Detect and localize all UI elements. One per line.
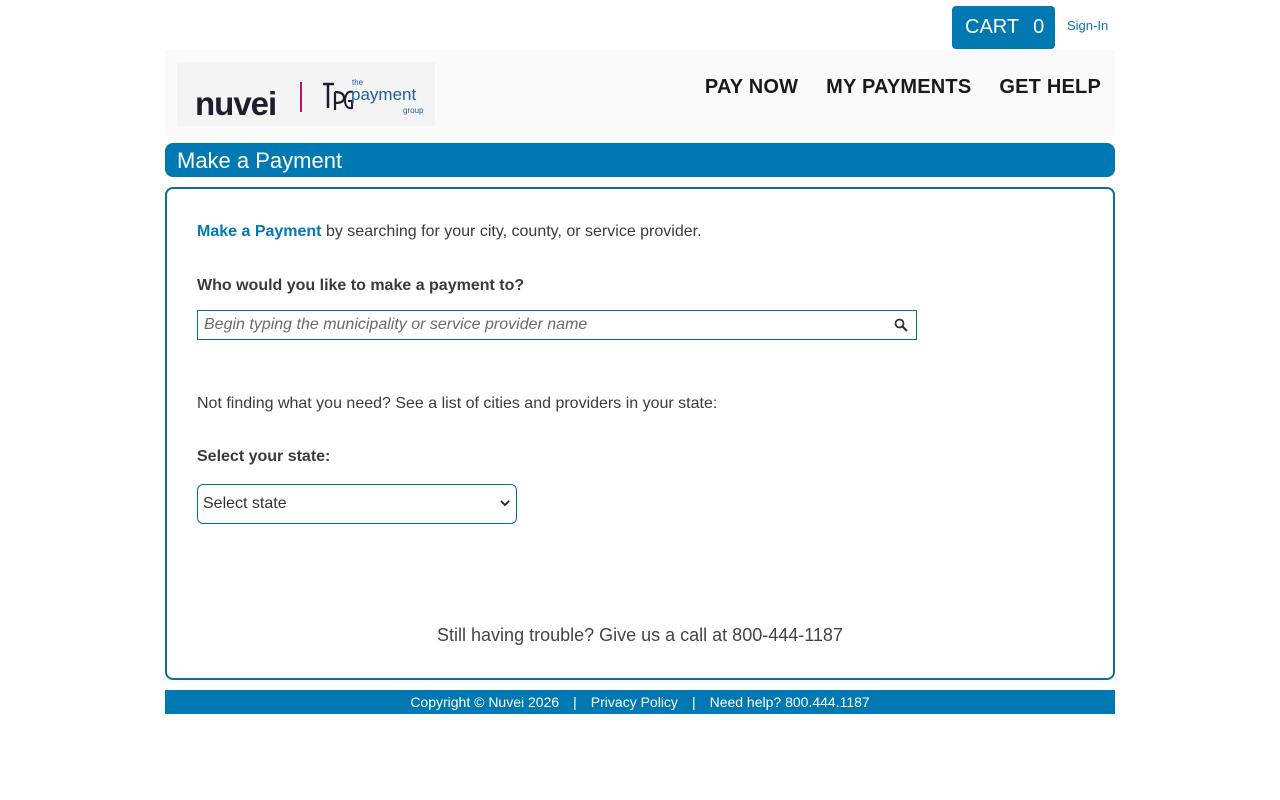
sign-in-link[interactable]: Sign-In xyxy=(1067,18,1108,33)
site-footer: Copyright © Nuvei 2026 | Privacy Policy | Ne… xyxy=(165,690,1115,714)
payee-search-input[interactable] xyxy=(198,311,888,339)
chevron-down-icon xyxy=(500,500,510,507)
nav-my-payments[interactable]: MY PAYMENTS xyxy=(826,76,971,99)
logo-divider xyxy=(300,82,302,112)
cart-button[interactable]: CART 0 xyxy=(952,6,1055,49)
top-bar: CART 0 Sign-In xyxy=(952,6,1114,49)
intro-text: Make a Payment by searching for your cit… xyxy=(197,223,702,241)
payment-search-panel: Make a Payment by searching for your cit… xyxy=(165,187,1115,680)
make-payment-link[interactable]: Make a Payment xyxy=(197,223,322,240)
payee-search-box xyxy=(197,310,917,340)
support-call-text: Still having trouble? Give us a call at … xyxy=(437,625,843,645)
not-finding-text: Not finding what you need? See a list of… xyxy=(197,395,718,412)
state-label: Select your state: xyxy=(197,448,331,465)
cart-count: 0 xyxy=(1033,16,1045,38)
nav-get-help[interactable]: GET HELP xyxy=(999,76,1101,99)
main-nav: PAY NOW MY PAYMENTS GET HELP xyxy=(677,76,1101,99)
partner-logo-group: group xyxy=(403,106,424,115)
intro-rest: by searching for your city, county, or s… xyxy=(321,223,702,240)
footer-separator: | xyxy=(691,694,696,710)
nav-pay-now[interactable]: PAY NOW xyxy=(705,76,798,99)
partner-logo-payment: payment xyxy=(351,85,417,104)
payee-question-label: Who would you like to make a payment to? xyxy=(197,277,525,294)
tpg-monogram-icon xyxy=(323,82,354,110)
state-select-value: Select state xyxy=(203,495,287,512)
nuvei-logo-text: nuvei xyxy=(195,85,277,122)
footer-help-text: Need help? 800.444.1187 xyxy=(709,694,870,710)
page-title: Make a Payment xyxy=(165,143,1115,177)
state-select[interactable]: Select state xyxy=(197,484,517,524)
logo[interactable]: nuvei the payment group xyxy=(177,62,435,126)
search-icon[interactable] xyxy=(894,318,908,332)
footer-separator: | xyxy=(573,694,577,710)
privacy-policy-link[interactable]: Privacy Policy xyxy=(591,694,678,710)
site-header: nuvei the payment group PAY NOW MY PAYME… xyxy=(165,50,1115,136)
copyright-text: Copyright © Nuvei 2026 xyxy=(410,694,560,710)
cart-label: CART xyxy=(965,16,1020,38)
